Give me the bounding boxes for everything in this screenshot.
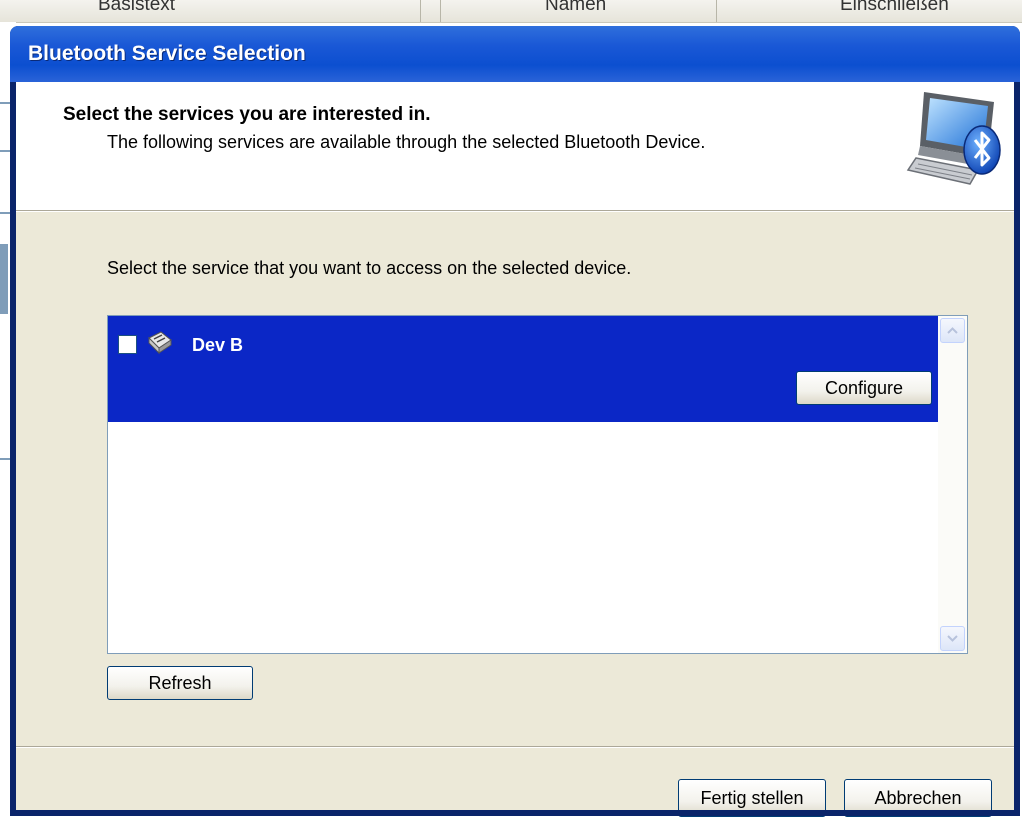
service-label: Dev B bbox=[192, 335, 244, 355]
background-tick bbox=[0, 244, 8, 314]
bluetooth-computer-icon bbox=[906, 92, 1001, 185]
service-item-dev-b[interactable]: Dev B Configure bbox=[108, 316, 938, 422]
background-column-header: Basistext Namen Einschließen bbox=[0, 0, 1022, 23]
configure-button[interactable]: Configure bbox=[796, 371, 932, 405]
bluetooth-service-selection-window: Bluetooth Service Selection Select the s… bbox=[10, 26, 1020, 817]
window-frame-bottom bbox=[10, 810, 1020, 816]
wizard-header: Select the services you are interested i… bbox=[16, 82, 1014, 212]
header-subtitle: The following services are available thr… bbox=[107, 132, 706, 152]
window-title: Bluetooth Service Selection bbox=[28, 42, 306, 65]
refresh-button[interactable]: Refresh bbox=[107, 666, 253, 700]
footer-divider bbox=[16, 746, 1014, 748]
scroll-up-button[interactable] bbox=[940, 318, 965, 343]
service-checkbox[interactable] bbox=[118, 335, 137, 354]
serial-port-plug-icon bbox=[148, 331, 172, 355]
scroll-down-button[interactable] bbox=[940, 626, 965, 651]
background-column-namen: Namen bbox=[545, 0, 607, 15]
background-column-separator bbox=[440, 0, 441, 22]
title-bar[interactable]: Bluetooth Service Selection bbox=[10, 26, 1020, 82]
instruction-text: Select the service that you want to acce… bbox=[107, 258, 632, 278]
background-column-separator bbox=[420, 0, 421, 22]
background-column-separator bbox=[716, 0, 717, 22]
chevron-up-icon bbox=[947, 327, 958, 334]
background-column-einschliessen: Einschließen bbox=[840, 0, 949, 15]
service-list[interactable]: Dev B Configure bbox=[107, 315, 968, 654]
chevron-down-icon bbox=[947, 635, 958, 642]
list-scrollbar[interactable] bbox=[938, 316, 967, 653]
background-column-basistext: Basistext bbox=[98, 0, 176, 15]
dialog-client-area: Select the services you are interested i… bbox=[16, 82, 1014, 817]
header-title: Select the services you are interested i… bbox=[63, 104, 431, 125]
